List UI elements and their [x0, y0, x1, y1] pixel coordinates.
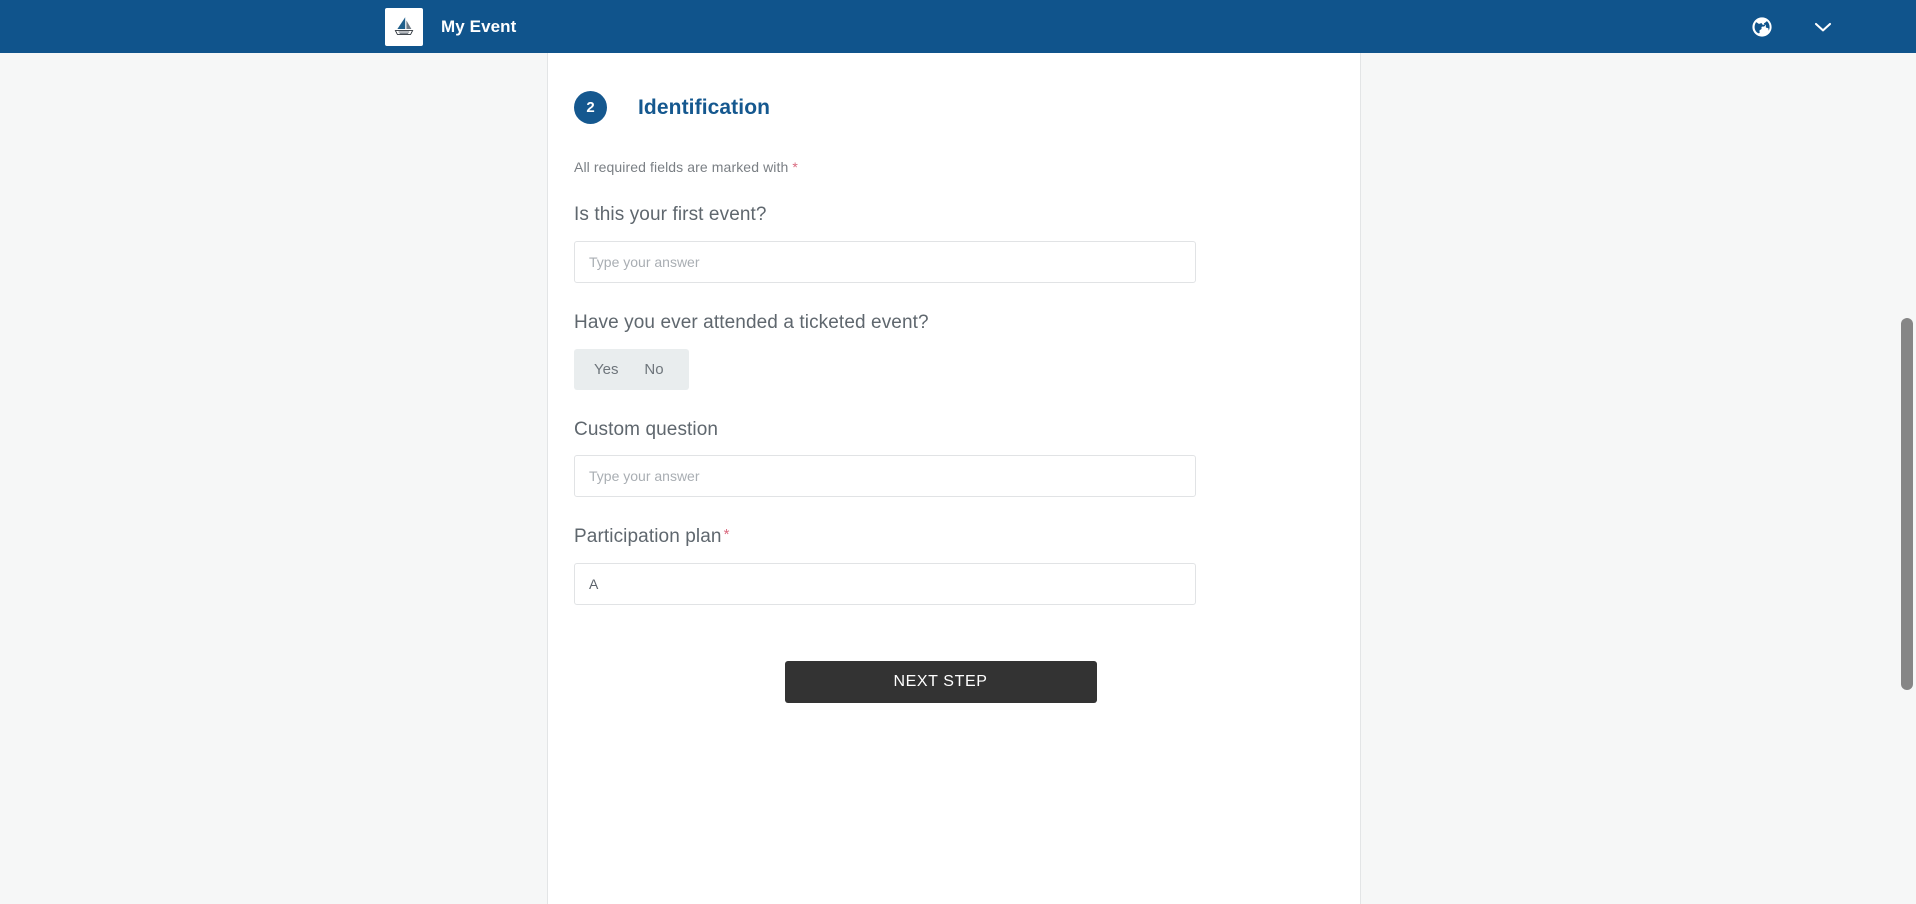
page-body: 2 Identification All required fields are… — [0, 53, 1916, 904]
page-title: Identification — [638, 95, 771, 119]
custom-question-input[interactable] — [574, 455, 1196, 498]
form-container: 2 Identification All required fields are… — [548, 53, 1360, 704]
vertical-scrollbar[interactable] — [1899, 53, 1916, 904]
section-header: 2 Identification — [574, 91, 1295, 124]
field-attended-ticketed-event: Have you ever attended a ticketed event?… — [574, 312, 1295, 390]
field-custom-question: Custom question — [574, 419, 1295, 498]
step-number-badge: 2 — [574, 91, 607, 124]
first-event-input[interactable] — [574, 240, 1196, 283]
registration-card: 2 Identification All required fields are… — [547, 53, 1361, 904]
yes-no-toggle-group: Yes No — [574, 348, 690, 390]
brand[interactable]: My Event — [385, 7, 517, 46]
field-label: Is this your first event? — [574, 204, 767, 225]
header-actions — [1747, 0, 1916, 53]
form-actions: NEXT STEP — [574, 661, 1295, 704]
field-label: Custom question — [574, 418, 719, 440]
next-step-button[interactable]: NEXT STEP — [784, 661, 1097, 704]
required-asterisk: * — [723, 526, 730, 544]
required-asterisk: * — [792, 159, 798, 175]
sailboat-logo-icon — [385, 7, 423, 46]
chevron-down-icon[interactable] — [1808, 12, 1838, 42]
field-label: Participation plan * — [574, 526, 1295, 549]
app-header: My Event — [0, 0, 1916, 53]
field-first-event: Is this your first event? — [574, 204, 1295, 283]
toggle-option-no[interactable]: No — [632, 349, 689, 390]
field-participation-plan: Participation plan * — [574, 526, 1295, 606]
toggle-option-yes[interactable]: Yes — [574, 349, 632, 390]
scrollbar-thumb[interactable] — [1901, 318, 1913, 690]
globe-icon[interactable] — [1747, 12, 1777, 42]
required-note-text: All required fields are marked with — [574, 159, 789, 175]
participation-plan-input[interactable] — [574, 563, 1196, 606]
field-label: Have you ever attended a ticketed event? — [574, 311, 929, 333]
brand-title: My Event — [441, 16, 517, 36]
field-label-text: Participation plan — [574, 526, 722, 548]
required-fields-note: All required fields are marked with * — [574, 159, 1295, 175]
browser-viewport: My Event 2 Identification All required f… — [0, 0, 1916, 904]
